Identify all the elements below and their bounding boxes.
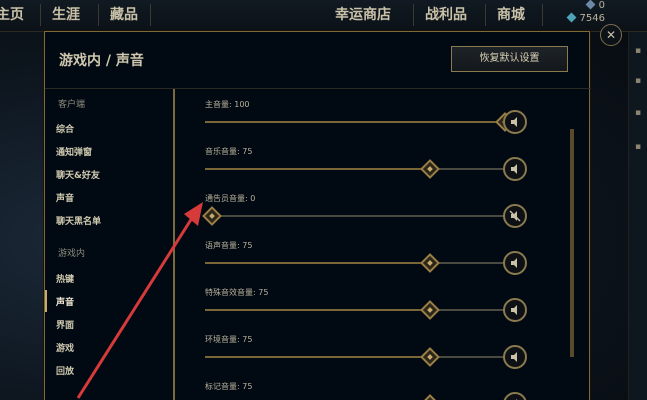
speaker-icon[interactable] [503,298,527,322]
slider-label-master: 主音量: 100 [205,100,250,109]
speaker-icon[interactable] [503,345,527,369]
sidebar-item-ingame-sound[interactable]: 声音 [56,295,74,308]
sidebar-item-notifications[interactable]: 通知弹窗 [56,145,92,158]
social-glyph: ▪ [635,76,642,86]
volume-slider-announcer[interactable] [202,206,505,226]
nav-divider [485,4,486,26]
slider-label-music: 音乐音量: 75 [205,147,253,156]
nav-loot[interactable]: 战利品 [425,3,467,27]
slider-fill [205,168,430,170]
sound-settings-panel: 主音量: 100 音乐音量: 75 通告员音量: 0 语声音量: 75 特殊音效音量: … [175,89,591,400]
sidebar-item-blocklist[interactable]: 聊天黑名单 [56,214,101,227]
nav-store[interactable]: 商城 [497,3,525,27]
speaker-icon[interactable] [503,251,527,275]
currency-rp-value: 7546 [579,13,605,24]
slider-fill [205,121,505,123]
slider-thumb[interactable] [420,159,440,179]
currency-top: 0 [585,0,605,11]
slider-label-ambience: 环境音量: 75 [205,335,253,344]
currency-top-value: 0 [598,0,605,11]
nav-divider [542,4,543,26]
sidebar-item-general[interactable]: 综合 [56,122,74,135]
sidebar-item-interface[interactable]: 界面 [56,318,74,331]
volume-slider-master[interactable] [205,112,515,132]
nav-lucky-shop[interactable]: 幸运商店 [335,3,391,27]
sidebar-section-client: 客户端 [58,100,86,110]
volume-slider-voice[interactable] [205,253,505,273]
reset-defaults-button[interactable]: 恢复默认设置 [451,46,568,72]
muted-speaker-icon[interactable] [503,204,527,228]
slider-thumb[interactable] [420,347,440,367]
close-icon[interactable]: ✕ [600,24,622,46]
social-panel-edge: ▪ ▪ ▪ ▪ [628,32,647,400]
active-indicator [45,290,47,312]
nav-divider [150,4,151,26]
nav-collection[interactable]: 藏品 [110,3,138,27]
social-glyph: ▪ [635,46,642,56]
speaker-icon[interactable] [503,157,527,181]
speaker-icon[interactable] [503,110,527,134]
nav-career[interactable]: 生涯 [52,3,80,27]
currency-rp: 7546 [566,12,605,24]
settings-sidebar: 客户端 综合 通知弹窗 聊天&好友 声音 聊天黑名单 游戏内 热键 声音 界面 … [45,89,173,400]
slider-thumb[interactable] [202,206,222,226]
nav-divider [413,4,414,26]
social-glyph: ▪ [635,108,642,118]
top-navigation-bar: 主页 生涯 藏品 幸运商店 战利品 商城 0 7546 [0,0,647,32]
slider-thumb[interactable] [420,300,440,320]
dialog-title: 游戏内 / 声音 [59,53,144,69]
sidebar-item-replay[interactable]: 回放 [56,364,74,377]
settings-dialog: 游戏内 / 声音 恢复默认设置 客户端 综合 通知弹窗 聊天&好友 声音 聊天黑… [44,31,591,400]
volume-slider-ambience[interactable] [205,347,505,367]
nav-divider [40,4,41,26]
slider-label-announcer: 通告员音量: 0 [205,194,256,203]
slider-label-sfx: 特殊音效音量: 75 [205,288,269,297]
nav-divider [98,4,99,26]
slider-fill [205,356,430,358]
sidebar-item-client-sound[interactable]: 声音 [56,191,74,204]
slider-label-ping: 标记音量: 75 [205,382,253,391]
slider-thumb[interactable] [420,394,440,400]
volume-slider-music[interactable] [205,159,505,179]
slider-label-voice: 语声音量: 75 [205,241,253,250]
slider-fill [205,262,430,264]
sidebar-item-game[interactable]: 游戏 [56,341,74,354]
volume-slider-sfx[interactable] [205,300,505,320]
speaker-icon[interactable] [503,392,527,400]
nav-home[interactable]: 主页 [0,3,24,27]
scrollbar[interactable] [570,129,574,357]
game-client: { "topnav": { "home": "主页", "career": "生… [0,0,647,400]
sidebar-item-hotkeys[interactable]: 热键 [56,272,74,285]
rp-icon [566,12,576,23]
slider-thumb[interactable] [420,253,440,273]
essence-icon [585,0,596,10]
sidebar-item-chat-friends[interactable]: 聊天&好友 [56,168,100,181]
slider-fill [205,309,430,311]
sidebar-section-ingame: 游戏内 [58,249,86,259]
social-glyph: ▪ [635,142,642,152]
